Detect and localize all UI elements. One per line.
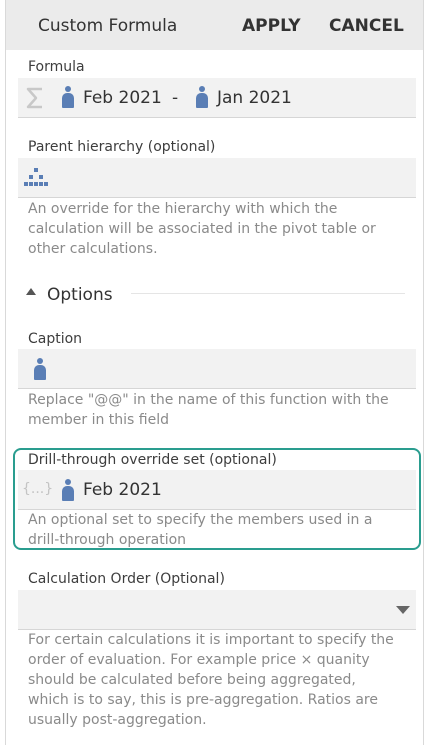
chevron-down-icon[interactable] [396, 606, 410, 614]
parent-hierarchy-label: Parent hierarchy (optional) [28, 139, 216, 155]
hierarchy-icon [24, 168, 48, 186]
calculation-order-label: Calculation Order (Optional) [28, 571, 225, 587]
drill-through-label: Drill-through override set (optional) [28, 452, 277, 468]
member-icon [62, 479, 74, 501]
formula-operator: - [172, 88, 179, 108]
custom-formula-panel: Custom Formula APPLY CANCEL Formula Feb … [5, 0, 424, 745]
caption-hint: Replace "@@" in the name of this functio… [28, 392, 389, 428]
panel-header: Custom Formula APPLY CANCEL [6, 0, 423, 50]
member-icon [196, 86, 208, 108]
apply-button[interactable]: APPLY [242, 16, 301, 36]
collapse-triangle-icon[interactable] [26, 288, 36, 295]
options-section-title[interactable]: Options [47, 285, 113, 305]
member-icon [62, 86, 74, 108]
panel-title: Custom Formula [38, 16, 178, 36]
drill-through-field[interactable]: {...} Feb 2021 [18, 470, 416, 510]
cancel-button[interactable]: CANCEL [329, 16, 404, 36]
caption-field[interactable] [18, 349, 416, 389]
calculation-order-hint: For certain calculations it is important… [28, 632, 394, 728]
drill-through-hint: An optional set to specify the members u… [28, 512, 373, 548]
formula-member-2: Jan 2021 [217, 88, 292, 108]
member-icon [34, 358, 46, 380]
formula-field[interactable]: Feb 2021 - Jan 2021 [18, 78, 416, 118]
parent-hierarchy-field[interactable] [18, 158, 416, 198]
formula-member-1: Feb 2021 [83, 88, 162, 108]
calculation-order-select[interactable] [18, 590, 416, 630]
set-braces-icon[interactable]: {...} [22, 481, 53, 497]
section-divider [131, 293, 405, 294]
sigma-icon[interactable] [25, 87, 45, 109]
formula-label: Formula [28, 59, 85, 75]
parent-hierarchy-hint: An override for the hierarchy with which… [28, 201, 376, 257]
caption-label: Caption [28, 331, 83, 347]
drill-through-member: Feb 2021 [83, 480, 162, 500]
